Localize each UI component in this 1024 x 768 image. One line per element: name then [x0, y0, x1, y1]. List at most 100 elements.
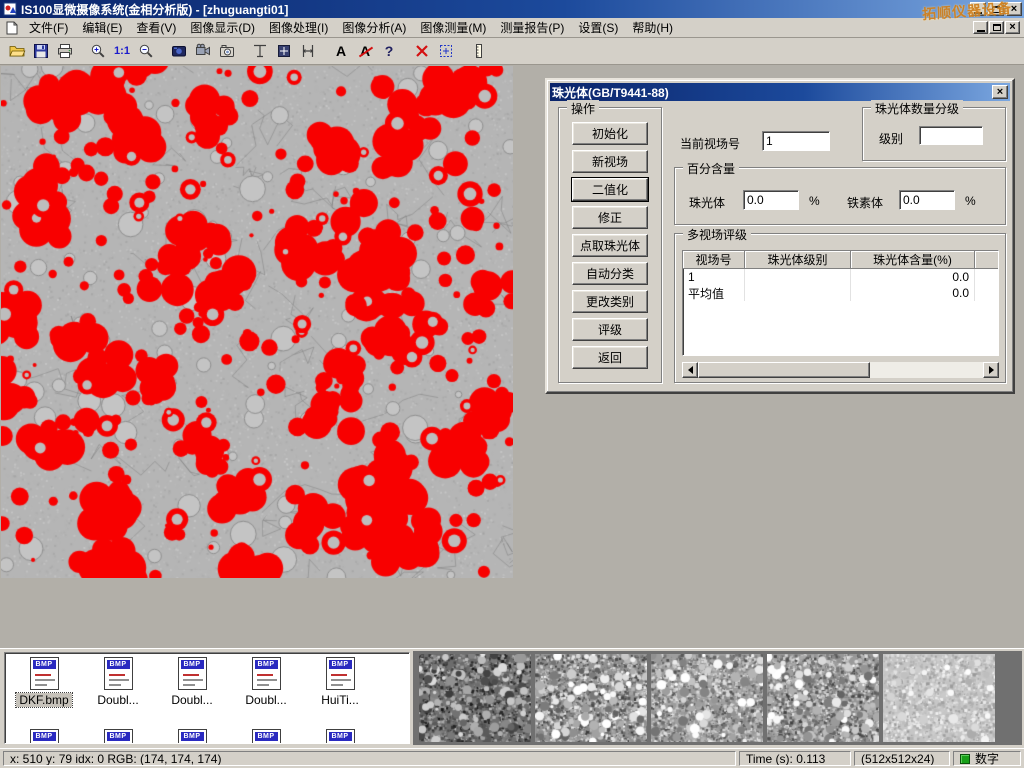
initialize-button[interactable]: 初始化 [572, 122, 648, 145]
file-item[interactable]: BMP Doubl... [81, 657, 155, 707]
delete-annotation-button[interactable]: A [353, 40, 377, 63]
zoom-in-button[interactable] [86, 40, 110, 63]
bmp-badge: BMP [181, 660, 204, 669]
zoom-out-button[interactable] [134, 40, 158, 63]
file-name[interactable]: Doubl... [94, 693, 141, 707]
table-row[interactable]: 1 0.0 [683, 269, 998, 285]
select-area-button[interactable] [434, 40, 458, 63]
scroll-track[interactable] [698, 362, 983, 378]
video-button[interactable] [191, 40, 215, 63]
level-input[interactable] [919, 126, 983, 145]
file-name[interactable]: DKF.bmp [16, 693, 71, 707]
capture-button[interactable] [167, 40, 191, 63]
file-item[interactable]: BMP Doubl... [229, 657, 303, 707]
menu-settings[interactable]: 设置(S) [571, 17, 625, 38]
bmp-file-icon: BMP [178, 657, 207, 690]
mdi-restore-button[interactable] [989, 21, 1004, 34]
new-field-button[interactable]: 新视场 [572, 150, 648, 173]
save-button[interactable] [29, 40, 53, 63]
file-item[interactable]: BMP [303, 729, 377, 744]
minimize-button[interactable] [970, 2, 986, 16]
file-name[interactable]: Doubl... [168, 693, 215, 707]
measure-length-button[interactable] [248, 40, 272, 63]
icon-decoration [331, 679, 351, 681]
actual-size-button[interactable]: 1:1 [110, 40, 134, 63]
red-x-icon [414, 43, 430, 59]
icon-decoration [109, 684, 121, 686]
dialog-close-button[interactable]: × [992, 85, 1008, 99]
titlebar[interactable]: IS100显微摄像系统(金相分析版) - [zhuguangti01] × [0, 0, 1024, 18]
dialog-titlebar[interactable]: 珠光体(GB/T9441-88) × [550, 83, 1010, 101]
open-button[interactable] [5, 40, 29, 63]
metallograph-image[interactable] [1, 66, 513, 578]
thumbnail-image[interactable] [535, 654, 647, 742]
app-icon [2, 2, 18, 16]
file-item[interactable]: BMP DKF.bmp [7, 657, 81, 707]
caliper2-icon [300, 43, 316, 59]
pick-pearlite-button[interactable]: 点取珠光体 [572, 234, 648, 257]
camera-button[interactable] [215, 40, 239, 63]
file-item[interactable]: BMP [81, 729, 155, 744]
auto-classify-button[interactable]: 自动分类 [572, 262, 648, 285]
dialog-title: 珠光体(GB/T9441-88) [552, 84, 669, 101]
text-annotation-button[interactable]: A [329, 40, 353, 63]
ruler-button[interactable] [467, 40, 491, 63]
menu-image-display[interactable]: 图像显示(D) [183, 17, 262, 38]
bmp-file-icon: BMP [252, 657, 281, 690]
table-row[interactable]: 平均值 0.0 [683, 285, 998, 301]
document-icon [4, 20, 20, 36]
cut-button[interactable] [410, 40, 434, 63]
pearlite-percent-input[interactable] [743, 190, 799, 210]
mdi-close-button[interactable]: × [1005, 21, 1020, 34]
cell-ferrite [975, 285, 999, 301]
operation-group: 操作 初始化 新视场 二值化 修正 点取珠光体 自动分类 更改类别 评级 返回 [558, 107, 662, 383]
menu-file[interactable]: 文件(F) [22, 17, 75, 38]
thumbnail-image[interactable] [883, 654, 995, 742]
toolbar-separator [458, 40, 467, 63]
mdi-minimize-button[interactable] [973, 21, 988, 34]
menu-image-process[interactable]: 图像处理(I) [262, 17, 335, 38]
current-field-label: 当前视场号 [680, 135, 740, 152]
menubar: 文件(F) 编辑(E) 查看(V) 图像显示(D) 图像处理(I) 图像分析(A… [0, 18, 1024, 38]
bmp-badge: BMP [33, 660, 56, 669]
menu-edit[interactable]: 编辑(E) [75, 17, 129, 38]
pearlite-dialog: 珠光体(GB/T9441-88) × 操作 初始化 新视场 二值化 修正 点取珠… [545, 78, 1015, 394]
menu-measure-report[interactable]: 测量报告(P) [493, 17, 571, 38]
help-button[interactable]: ? [377, 40, 401, 63]
change-class-button[interactable]: 更改类别 [572, 290, 648, 313]
thumbnail-image[interactable] [767, 654, 879, 742]
one-to-one-icon: 1:1 [114, 45, 130, 57]
file-item[interactable]: BMP HuiTi... [303, 657, 377, 707]
scroll-right-button[interactable] [983, 362, 999, 378]
file-item[interactable]: BMP [229, 729, 303, 744]
file-item[interactable]: BMP [155, 729, 229, 744]
measure-grid-button[interactable] [272, 40, 296, 63]
file-item[interactable]: BMP Doubl... [155, 657, 229, 707]
binarize-button[interactable]: 二值化 [572, 178, 648, 201]
close-button[interactable]: × [1006, 2, 1022, 16]
restore-button[interactable] [988, 2, 1004, 16]
toolbar-separator [401, 40, 410, 63]
menu-image-measure[interactable]: 图像测量(M) [413, 17, 493, 38]
resolution-status: (512x512x24) [854, 751, 950, 766]
return-button[interactable]: 返回 [572, 346, 648, 369]
menu-image-analysis[interactable]: 图像分析(A) [335, 17, 413, 38]
rate-button[interactable]: 评级 [572, 318, 648, 341]
table-horizontal-scrollbar[interactable] [682, 362, 999, 378]
print-button[interactable] [53, 40, 77, 63]
file-name[interactable]: Doubl... [242, 693, 289, 707]
correct-button[interactable]: 修正 [572, 206, 648, 229]
thumbnail-image[interactable] [419, 654, 531, 742]
scroll-thumb[interactable] [698, 362, 870, 378]
current-field-input[interactable] [762, 131, 830, 151]
menu-view[interactable]: 查看(V) [129, 17, 183, 38]
multifield-group-label: 多视场评级 [683, 226, 751, 243]
thumbnail-image[interactable] [651, 654, 763, 742]
ferrite-percent-input[interactable] [899, 190, 955, 210]
scroll-left-button[interactable] [682, 362, 698, 378]
column-content: 珠光体含量(%) [851, 251, 975, 269]
measure-width-button[interactable] [296, 40, 320, 63]
menu-help[interactable]: 帮助(H) [625, 17, 680, 38]
file-item[interactable]: BMP [7, 729, 81, 744]
file-name[interactable]: HuiTi... [318, 693, 362, 707]
